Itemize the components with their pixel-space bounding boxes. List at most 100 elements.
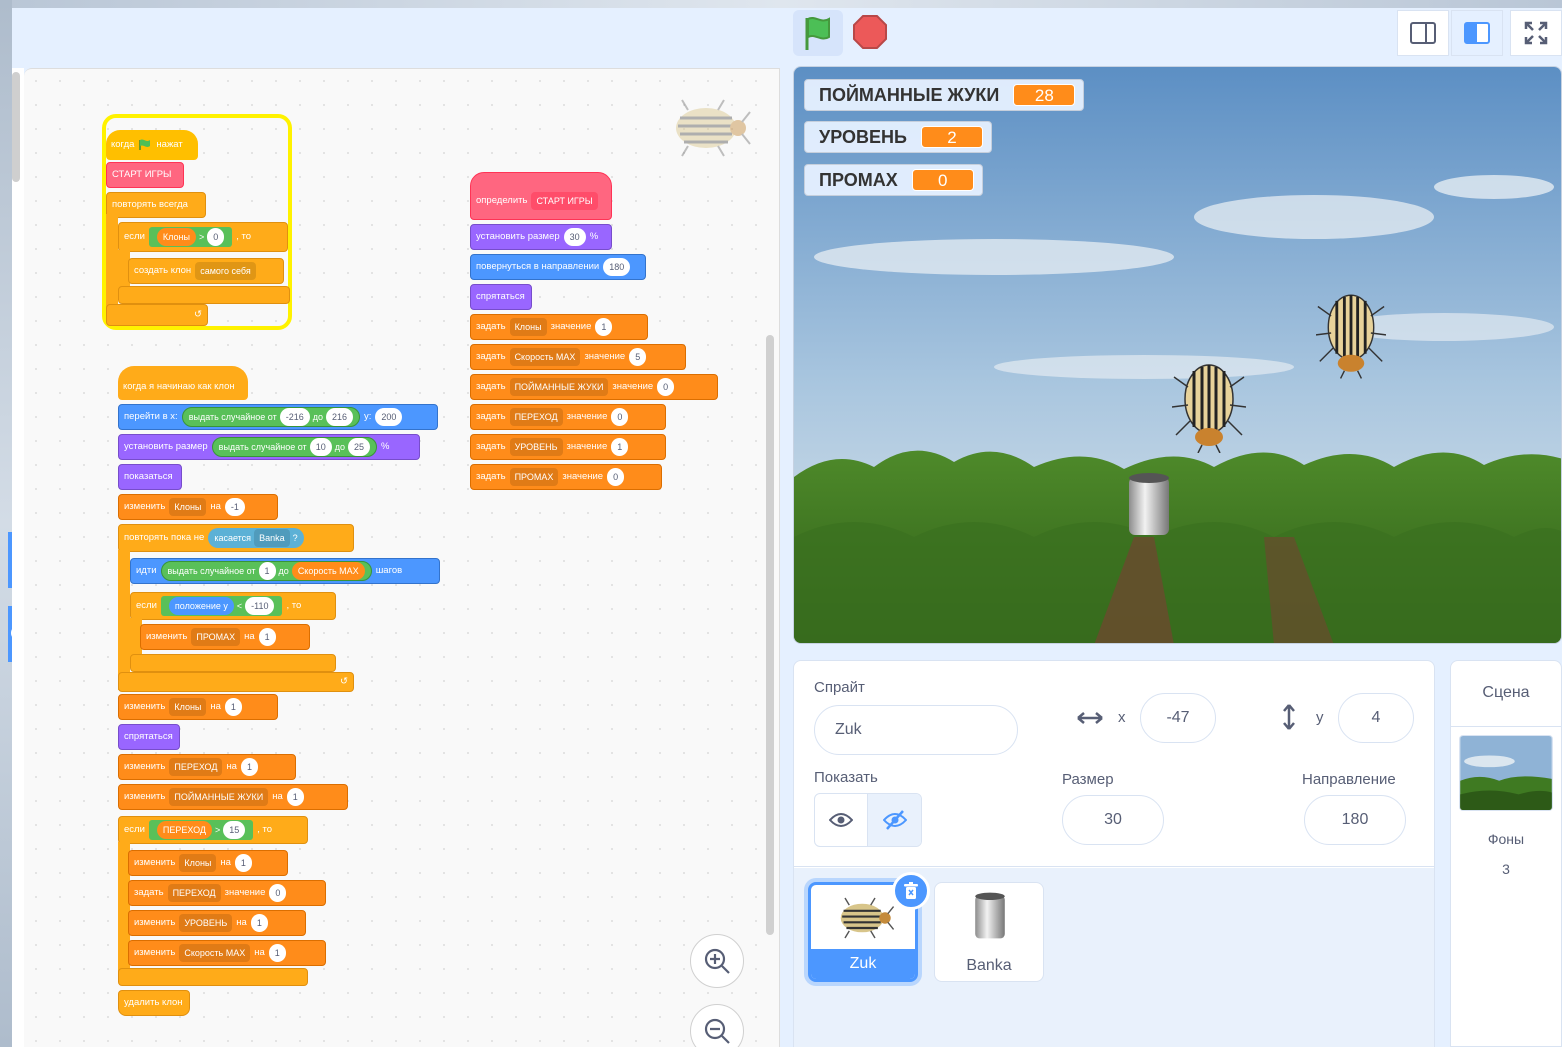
number-input[interactable]: 180	[603, 258, 631, 276]
variable-dropdown[interactable]: Клоны	[509, 318, 547, 336]
variable-dropdown[interactable]: ПОЙМАННЫЕ ЖУКИ	[169, 788, 269, 806]
number-input[interactable]: 5	[629, 348, 647, 366]
stage[interactable]: ПОЙМАННЫЕ ЖУКИ 28 УРОВЕНЬ 2 ПРОМАХ 0	[793, 66, 1562, 644]
random-reporter[interactable]: выдать случайное от 1 до Скорость MAX	[160, 561, 372, 581]
size-input[interactable]: 30	[1062, 795, 1164, 845]
show-block[interactable]: показаться	[118, 464, 182, 490]
number-input[interactable]: 30	[563, 228, 586, 246]
hide-block[interactable]: спрятаться	[118, 724, 180, 750]
y-position-reporter[interactable]: положение y	[168, 597, 234, 615]
stage-panel[interactable]: Сцена Фоны 3	[1450, 660, 1562, 1047]
number-input[interactable]: 216	[325, 408, 354, 426]
touching-reporter[interactable]: касается Banka?	[208, 528, 304, 548]
variable-dropdown[interactable]: ПЕРЕХОД	[169, 758, 223, 776]
define-block[interactable]: определить СТАРТ ИГРЫ	[470, 172, 612, 220]
change-clones-block[interactable]: изменить Клоны на 1	[118, 694, 278, 720]
if-transition-block[interactable]: если ПЕРЕХОД >15 , то	[118, 816, 308, 844]
variable-dropdown[interactable]: УРОВЕНЬ	[509, 438, 563, 456]
set-size-block[interactable]: установить размер 30 %	[470, 224, 612, 250]
small-stage-button[interactable]	[1397, 10, 1449, 56]
set-variable-block[interactable]: задать Клоны значение 1	[470, 314, 648, 340]
delete-clone-block[interactable]: удалить клон	[118, 990, 190, 1016]
variable-monitor[interactable]: ПОЙМАННЫЕ ЖУКИ 28	[804, 79, 1085, 111]
variable-dropdown[interactable]: ПЕРЕХОД	[167, 884, 221, 902]
x-input[interactable]: -47	[1140, 693, 1216, 743]
sprite-card-banka[interactable]: Banka	[934, 882, 1044, 982]
variable-monitor[interactable]: ПРОМАХ 0	[804, 164, 983, 196]
change-caught-block[interactable]: изменить ПОЙМАННЫЕ ЖУКИ на 1	[118, 784, 348, 810]
random-reporter[interactable]: выдать случайное от -216 до 216	[181, 407, 361, 427]
change-clones-block[interactable]: изменить Клоны на -1	[118, 494, 278, 520]
direction-input[interactable]: 180	[1304, 795, 1406, 845]
change-speed-block[interactable]: изменить Скорость MAX на 1	[128, 940, 326, 966]
sprite-name-input[interactable]: Zuk	[814, 705, 1018, 755]
number-input[interactable]: 1	[240, 758, 258, 776]
number-input[interactable]: -216	[279, 408, 310, 426]
set-variable-block[interactable]: задать ПРОМАХ значение 0	[470, 464, 662, 490]
create-clone-block[interactable]: создать клон самого себя	[128, 258, 284, 284]
number-input[interactable]: 0	[611, 408, 629, 426]
variable-dropdown[interactable]: ПЕРЕХОД	[509, 408, 563, 426]
number-input[interactable]: 1	[611, 438, 629, 456]
number-input[interactable]: 0	[657, 378, 675, 396]
set-transition-block[interactable]: задать ПЕРЕХОД значение 0	[128, 880, 326, 906]
move-steps-block[interactable]: идти выдать случайное от 1 до Скорость MAX …	[130, 558, 440, 584]
number-input[interactable]: 1	[234, 854, 252, 872]
change-level-block[interactable]: изменить УРОВЕНЬ на 1	[128, 910, 306, 936]
point-direction-block[interactable]: повернуться в направлении 180	[470, 254, 646, 280]
hide-button[interactable]	[868, 794, 921, 846]
number-input[interactable]: 1	[258, 562, 276, 580]
zoom-in-button[interactable]	[690, 934, 744, 988]
random-reporter[interactable]: выдать случайное от 10 до 25	[211, 437, 377, 457]
variable-dropdown[interactable]: ПОЙМАННЫЕ ЖУКИ	[509, 378, 609, 396]
set-variable-block[interactable]: задать УРОВЕНЬ значение 1	[470, 434, 666, 460]
repeat-until-block[interactable]: повторять пока не касается Banka?	[118, 524, 354, 552]
number-input[interactable]: 1	[224, 698, 242, 716]
change-transition-block[interactable]: изменить ПЕРЕХОД на 1	[118, 754, 296, 780]
clone-target-dropdown[interactable]: самого себя	[195, 262, 256, 280]
variable-dropdown[interactable]: УРОВЕНЬ	[179, 914, 233, 932]
delete-sprite-button[interactable]	[892, 872, 930, 910]
stop-button[interactable]	[850, 12, 890, 52]
variable-dropdown[interactable]: Клоны	[169, 498, 207, 516]
hide-block[interactable]: спрятаться	[470, 284, 532, 310]
number-input[interactable]: 1	[250, 914, 268, 932]
forever-block[interactable]: повторять всегда	[106, 192, 206, 218]
gt-operator[interactable]: ПЕРЕХОД >15	[148, 820, 254, 840]
green-flag-button[interactable]	[793, 10, 843, 56]
change-clones-block[interactable]: изменить Клоны на 1	[128, 850, 288, 876]
when-start-as-clone-block[interactable]: когда я начинаю как клон	[118, 366, 248, 400]
variable-dropdown[interactable]: Клоны	[169, 698, 207, 716]
number-input[interactable]: -110	[245, 597, 275, 615]
speed-reporter[interactable]: Скорость MAX	[291, 562, 365, 580]
variable-monitor[interactable]: УРОВЕНЬ 2	[804, 121, 992, 153]
number-input[interactable]: 1	[286, 788, 304, 806]
set-variable-block[interactable]: задать ПЕРЕХОД значение 0	[470, 404, 666, 430]
number-input[interactable]: 1	[258, 628, 276, 646]
large-stage-button[interactable]	[1451, 10, 1503, 56]
number-input[interactable]: 1	[595, 318, 613, 336]
palette-scrollbar[interactable]	[12, 72, 20, 182]
go-to-xy-block[interactable]: перейти в x: выдать случайное от -216 до 21…	[118, 404, 438, 430]
number-input[interactable]: -1	[224, 498, 245, 516]
lt-operator[interactable]: положение y < -110	[160, 596, 283, 616]
set-variable-block[interactable]: задать Скорость MAX значение 5	[470, 344, 686, 370]
variable-dropdown[interactable]: Скорость MAX	[179, 944, 251, 962]
number-input[interactable]: 0	[269, 884, 287, 902]
variable-dropdown[interactable]: Скорость MAX	[509, 348, 581, 366]
backdrop-thumbnail[interactable]	[1459, 735, 1553, 811]
number-input[interactable]: 10	[309, 438, 332, 456]
if-block[interactable]: если Клоны >0 , то	[118, 222, 288, 252]
y-input[interactable]: 4	[1338, 693, 1414, 743]
clones-reporter[interactable]: Клоны	[156, 228, 196, 246]
show-button[interactable]	[815, 794, 869, 846]
number-input[interactable]: 25	[347, 438, 370, 456]
variable-dropdown[interactable]: ПРОМАХ	[191, 628, 241, 646]
number-input[interactable]: 0	[207, 228, 225, 246]
number-input[interactable]: 0	[607, 468, 625, 486]
when-flag-clicked-block[interactable]: когда нажат	[106, 130, 198, 160]
variable-dropdown[interactable]: ПРОМАХ	[509, 468, 559, 486]
transition-reporter[interactable]: ПЕРЕХОД	[156, 821, 212, 839]
variable-dropdown[interactable]: Клоны	[179, 854, 217, 872]
set-variable-block[interactable]: задать ПОЙМАННЫЕ ЖУКИ значение 0	[470, 374, 718, 400]
